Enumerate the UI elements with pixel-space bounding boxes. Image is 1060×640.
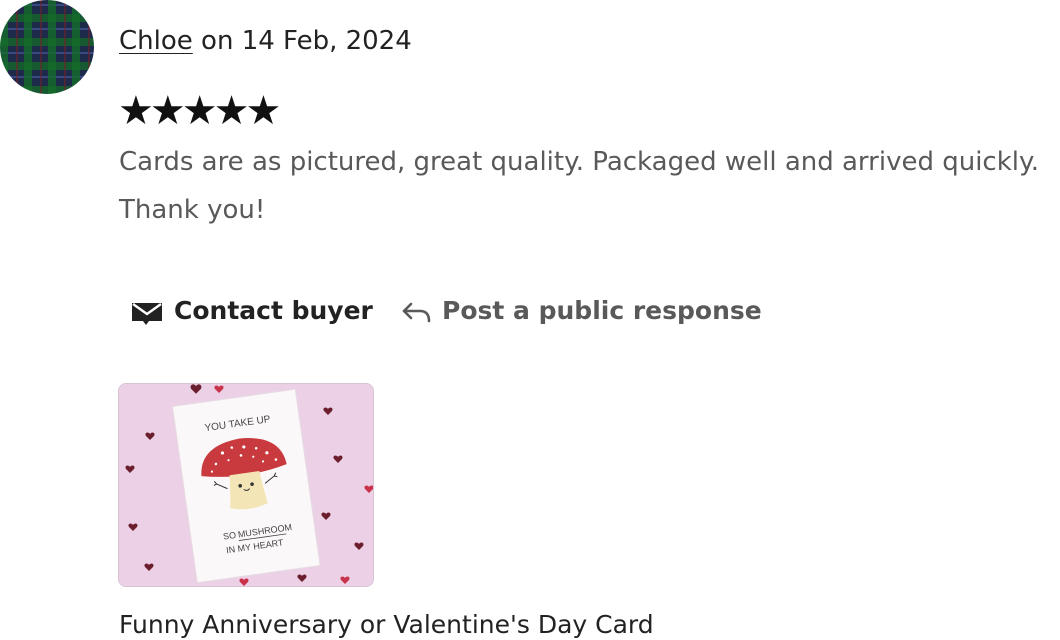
public-response-button[interactable]: Post a public response: [400, 290, 762, 330]
reply-arrow-icon: [402, 302, 431, 323]
greeting-card: YOU TAKE UP SO MUSHROOM IN MY HEART: [171, 388, 321, 584]
review-text: Cards are as pictured, great quality. Pa…: [119, 147, 1039, 225]
date-prefix: on: [201, 26, 234, 56]
envelope-icon: [132, 303, 162, 325]
avatar[interactable]: [0, 0, 94, 94]
author-link[interactable]: Chloe: [119, 26, 193, 56]
listing-title-link[interactable]: Funny Anniversary or Valentine's Day Car…: [119, 608, 654, 640]
public-response-label: Post a public response: [442, 295, 762, 325]
listing-image[interactable]: YOU TAKE UP SO MUSHROOM IN MY HEART: [118, 383, 374, 587]
star-rating: ★★★★★: [118, 88, 281, 134]
contact-buyer-label: Contact buyer: [174, 295, 373, 325]
card-photo: YOU TAKE UP SO MUSHROOM IN MY HEART: [119, 384, 373, 586]
card-text-line2-prefix: SO: [222, 530, 236, 542]
review-meta: Chloe on 14 Feb, 2024: [119, 25, 412, 57]
review-card: Chloe on 14 Feb, 2024 ★★★★★ Cards are as…: [0, 0, 1060, 640]
review-date: 14 Feb, 2024: [241, 26, 412, 56]
contact-buyer-button[interactable]: Contact buyer: [130, 290, 373, 330]
